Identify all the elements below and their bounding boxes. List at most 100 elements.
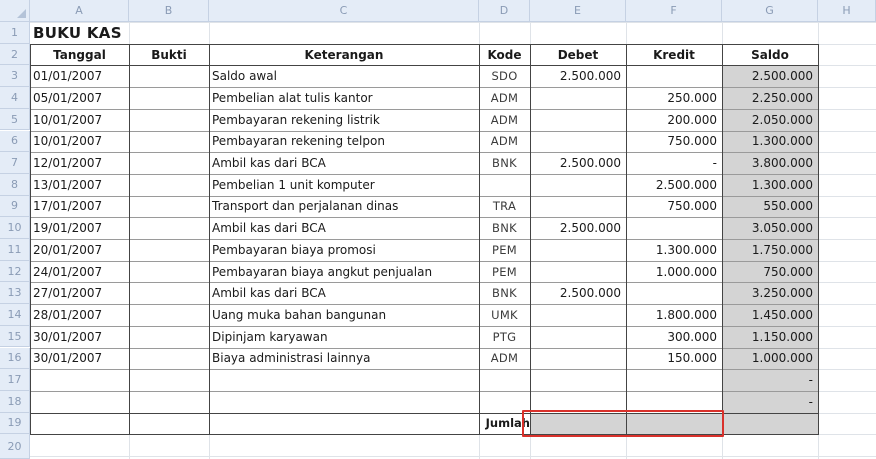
cell-saldo[interactable]: 3.050.000 bbox=[722, 217, 818, 239]
cell-tanggal[interactable]: 13/01/2007 bbox=[30, 174, 129, 196]
cell-kode[interactable]: UMK bbox=[479, 304, 530, 326]
row-header-19[interactable]: 19 bbox=[0, 412, 30, 435]
cell-bukti[interactable] bbox=[129, 196, 209, 218]
cell-tanggal[interactable]: 05/01/2007 bbox=[30, 87, 129, 109]
cell-saldo[interactable]: 1.300.000 bbox=[722, 174, 818, 196]
cell-keterangan[interactable]: Ambil kas dari BCA bbox=[209, 217, 479, 239]
cell-bukti[interactable] bbox=[129, 87, 209, 109]
column-header-h[interactable]: H bbox=[818, 0, 876, 22]
cell-debet[interactable] bbox=[530, 196, 626, 218]
cell-debet[interactable] bbox=[530, 369, 626, 391]
cell-bukti[interactable] bbox=[129, 304, 209, 326]
cell-keterangan[interactable] bbox=[209, 391, 479, 413]
cell-debet[interactable]: 2.500.000 bbox=[530, 152, 626, 174]
cell-bukti[interactable] bbox=[129, 391, 209, 413]
cell-kode[interactable]: BNK bbox=[479, 217, 530, 239]
cell-debet[interactable] bbox=[530, 87, 626, 109]
row-header-15[interactable]: 15 bbox=[0, 325, 30, 348]
row-header-12[interactable]: 12 bbox=[0, 260, 30, 283]
cell-kredit[interactable] bbox=[626, 282, 722, 304]
row-header-7[interactable]: 7 bbox=[0, 152, 30, 174]
cell-keterangan[interactable]: Saldo awal bbox=[209, 65, 479, 87]
row-header-8[interactable]: 8 bbox=[0, 173, 30, 196]
cell-kredit[interactable]: 2.500.000 bbox=[626, 174, 722, 196]
column-header-d[interactable]: D bbox=[479, 0, 530, 22]
cell-kredit[interactable]: 300.000 bbox=[626, 326, 722, 348]
cell-tanggal[interactable]: 24/01/2007 bbox=[30, 261, 129, 283]
cell-kredit[interactable]: 1.000.000 bbox=[626, 261, 722, 283]
cell-debet[interactable] bbox=[530, 109, 626, 131]
cell-bukti[interactable] bbox=[129, 239, 209, 261]
cell-debet[interactable] bbox=[530, 304, 626, 326]
row-header-6[interactable]: 6 bbox=[0, 130, 30, 153]
row-header-11[interactable]: 11 bbox=[0, 239, 30, 261]
cell-kode[interactable]: TRA bbox=[479, 196, 530, 218]
cell-saldo[interactable]: 1.450.000 bbox=[722, 304, 818, 326]
cell-kredit[interactable]: 200.000 bbox=[626, 109, 722, 131]
cell-kode[interactable]: ADM bbox=[479, 348, 530, 370]
cell-bukti[interactable] bbox=[129, 109, 209, 131]
cell-bukti[interactable] bbox=[129, 131, 209, 153]
cell-debet[interactable] bbox=[530, 174, 626, 196]
row-header-18[interactable]: 18 bbox=[0, 390, 30, 413]
cell-kode[interactable]: SDO bbox=[479, 65, 530, 87]
row-header-16[interactable]: 16 bbox=[0, 347, 30, 370]
cell-tanggal[interactable]: 27/01/2007 bbox=[30, 282, 129, 304]
cell-kode[interactable]: ADM bbox=[479, 131, 530, 153]
cell-tanggal[interactable]: 30/01/2007 bbox=[30, 348, 129, 370]
cell-saldo[interactable]: 2.250.000 bbox=[722, 87, 818, 109]
cell-saldo[interactable]: 3.250.000 bbox=[722, 282, 818, 304]
cell-debet[interactable] bbox=[530, 131, 626, 153]
cell-kredit[interactable]: - bbox=[626, 152, 722, 174]
cell-saldo[interactable]: - bbox=[722, 369, 818, 391]
cell-tanggal[interactable]: 19/01/2007 bbox=[30, 217, 129, 239]
cell-keterangan[interactable]: Uang muka bahan bangunan bbox=[209, 304, 479, 326]
cell-kode[interactable]: ADM bbox=[479, 87, 530, 109]
cell-tanggal[interactable]: 10/01/2007 bbox=[30, 109, 129, 131]
row-header-20[interactable]: 20 bbox=[0, 434, 30, 459]
cell-tanggal[interactable]: 12/01/2007 bbox=[30, 152, 129, 174]
cell-kredit[interactable]: 750.000 bbox=[626, 196, 722, 218]
row-header-4[interactable]: 4 bbox=[0, 87, 30, 109]
row-header-17[interactable]: 17 bbox=[0, 369, 30, 391]
row-header-9[interactable]: 9 bbox=[0, 195, 30, 218]
select-all-corner[interactable] bbox=[0, 0, 30, 22]
cell-saldo[interactable]: - bbox=[722, 391, 818, 413]
cell-debet[interactable]: 2.500.000 bbox=[530, 65, 626, 87]
cell-tanggal[interactable] bbox=[30, 391, 129, 413]
cell-debet[interactable]: 2.500.000 bbox=[530, 217, 626, 239]
column-header-c[interactable]: C bbox=[209, 0, 479, 22]
cell-kode[interactable]: PEM bbox=[479, 261, 530, 283]
cell-kredit[interactable]: 250.000 bbox=[626, 87, 722, 109]
cell-kode[interactable]: PEM bbox=[479, 239, 530, 261]
cell-keterangan[interactable]: Pembayaran biaya promosi bbox=[209, 239, 479, 261]
cell-kode[interactable]: BNK bbox=[479, 282, 530, 304]
column-header-b[interactable]: B bbox=[129, 0, 209, 22]
cell-saldo[interactable]: 1.150.000 bbox=[722, 326, 818, 348]
cell-keterangan[interactable]: Pembayaran biaya angkut penjualan bbox=[209, 261, 479, 283]
cell-debet[interactable] bbox=[530, 261, 626, 283]
cell-kredit[interactable]: 1.800.000 bbox=[626, 304, 722, 326]
cell-tanggal[interactable]: 28/01/2007 bbox=[30, 304, 129, 326]
cell-keterangan[interactable] bbox=[209, 369, 479, 391]
cell-keterangan[interactable]: Pembayaran rekening listrik bbox=[209, 109, 479, 131]
cell-bukti[interactable] bbox=[129, 348, 209, 370]
cell-keterangan[interactable]: Pembayaran rekening telpon bbox=[209, 131, 479, 153]
cell-bukti[interactable] bbox=[129, 326, 209, 348]
cell-keterangan[interactable]: Pembelian alat tulis kantor bbox=[209, 87, 479, 109]
cell-bukti[interactable] bbox=[129, 65, 209, 87]
cell-kode[interactable]: PTG bbox=[479, 326, 530, 348]
column-header-a[interactable]: A bbox=[30, 0, 129, 22]
cell-tanggal[interactable]: 30/01/2007 bbox=[30, 326, 129, 348]
row-header-2[interactable]: 2 bbox=[0, 43, 30, 66]
cell-keterangan[interactable]: Ambil kas dari BCA bbox=[209, 152, 479, 174]
column-header-g[interactable]: G bbox=[722, 0, 818, 22]
cell-kredit[interactable] bbox=[626, 217, 722, 239]
cell-debet[interactable] bbox=[530, 239, 626, 261]
cell-keterangan[interactable]: Biaya administrasi lainnya bbox=[209, 348, 479, 370]
cell-tanggal[interactable] bbox=[30, 369, 129, 391]
cell-saldo[interactable]: 1.300.000 bbox=[722, 131, 818, 153]
row-header-14[interactable]: 14 bbox=[0, 304, 30, 326]
cell-saldo[interactable]: 3.800.000 bbox=[722, 152, 818, 174]
cell-saldo[interactable]: 550.000 bbox=[722, 196, 818, 218]
